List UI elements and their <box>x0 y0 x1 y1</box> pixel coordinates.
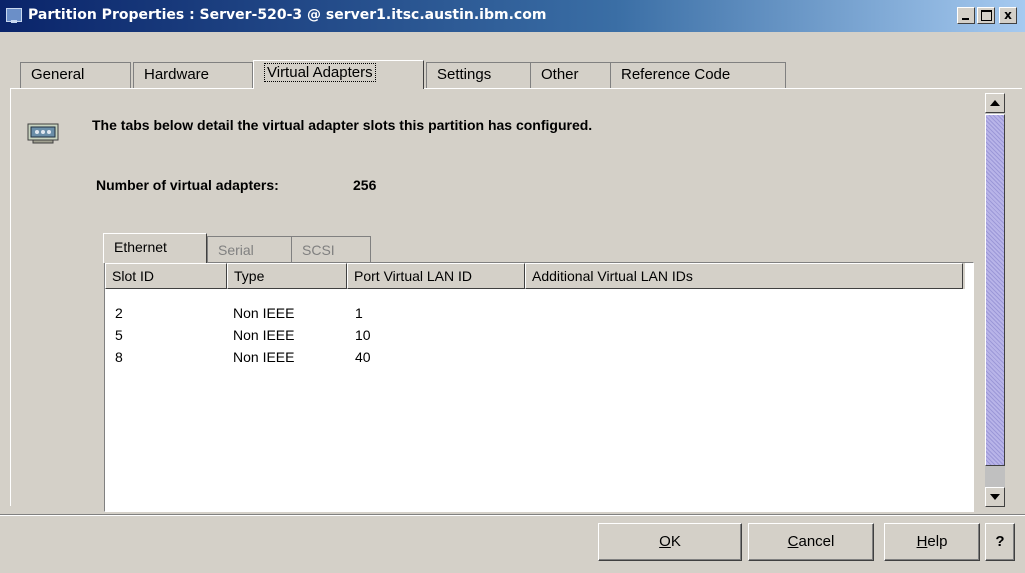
cell-type: Non IEEE <box>233 305 295 321</box>
column-header-port-vlan-id[interactable]: Port Virtual LAN ID <box>347 263 525 289</box>
close-button[interactable]: x <box>999 7 1017 24</box>
tab-serial[interactable]: Serial <box>207 236 295 262</box>
cell-type: Non IEEE <box>233 349 295 365</box>
column-header-additional-vlan-ids[interactable]: Additional Virtual LAN IDs <box>525 263 963 289</box>
scroll-down-arrow-icon[interactable] <box>985 487 1005 507</box>
tab-reference-code[interactable]: Reference Code <box>610 62 786 88</box>
tab-label: Hardware <box>144 66 210 83</box>
help-label: elp <box>927 533 948 550</box>
maximize-icon <box>981 10 992 21</box>
tab-hardware[interactable]: Hardware <box>133 62 253 88</box>
cancel-label: ancel <box>798 533 835 550</box>
cell-slot-id: 2 <box>115 305 123 321</box>
adapter-count-label: Number of virtual adapters: <box>96 177 279 193</box>
vertical-scrollbar[interactable] <box>985 93 1005 507</box>
cell-type: Non IEEE <box>233 327 295 343</box>
tab-label: General <box>31 66 85 83</box>
cell-port-vlan-id: 10 <box>355 327 371 343</box>
network-adapter-icon <box>27 123 59 144</box>
ok-mnemonic: O <box>659 533 671 550</box>
ok-button[interactable]: OK <box>598 523 742 561</box>
tab-scsi[interactable]: SCSI <box>291 236 371 262</box>
cancel-button[interactable]: Cancel <box>748 523 874 561</box>
description-text: The tabs below detail the virtual adapte… <box>92 117 593 133</box>
help-button[interactable]: Help <box>884 523 980 561</box>
cancel-mnemonic: C <box>787 533 799 550</box>
tab-ethernet[interactable]: Ethernet <box>103 233 207 263</box>
cell-slot-id: 8 <box>115 349 123 365</box>
column-header-slot-id[interactable]: Slot ID <box>105 263 227 289</box>
table-row[interactable]: 2 Non IEEE 1 <box>105 303 965 325</box>
cell-slot-id: 5 <box>115 327 123 343</box>
adapter-count-value: 256 <box>353 177 377 193</box>
minimize-icon <box>962 18 969 20</box>
minimize-button[interactable] <box>957 7 975 24</box>
tab-virtual-adapters[interactable]: Virtual Adapters <box>253 60 424 89</box>
table-row[interactable]: 8 Non IEEE 40 <box>105 347 965 369</box>
table-row[interactable]: 5 Non IEEE 10 <box>105 325 965 347</box>
tab-settings[interactable]: Settings <box>426 62 536 88</box>
virtual-adapter-table[interactable]: Slot ID Type Port Virtual LAN ID Additio… <box>104 262 974 512</box>
cell-port-vlan-id: 1 <box>355 305 363 321</box>
title-bar[interactable]: Partition Properties : Server-520-3 @ se… <box>0 0 1025 32</box>
column-header-type[interactable]: Type <box>227 263 347 289</box>
tab-label: Settings <box>437 66 492 83</box>
cell-port-vlan-id: 40 <box>355 349 371 365</box>
window-title: Partition Properties : Server-520-3 @ se… <box>28 7 547 23</box>
tab-label: Reference Code <box>621 66 731 83</box>
tab-general[interactable]: General <box>20 62 131 88</box>
table-header: Slot ID Type Port Virtual LAN ID Additio… <box>105 263 965 289</box>
scroll-thumb[interactable] <box>985 114 1005 466</box>
context-help-button[interactable]: ? <box>985 523 1015 561</box>
button-bar-separator <box>0 514 1025 516</box>
maximize-button[interactable] <box>977 7 995 24</box>
window-app-icon <box>6 8 22 23</box>
tab-other[interactable]: Other <box>530 62 616 88</box>
ok-label: K <box>670 533 681 550</box>
scroll-up-arrow-icon[interactable] <box>985 93 1005 113</box>
tab-label: Virtual Adapters <box>264 63 376 82</box>
help-mnemonic: H <box>916 533 928 550</box>
tab-label: Other <box>541 66 579 83</box>
